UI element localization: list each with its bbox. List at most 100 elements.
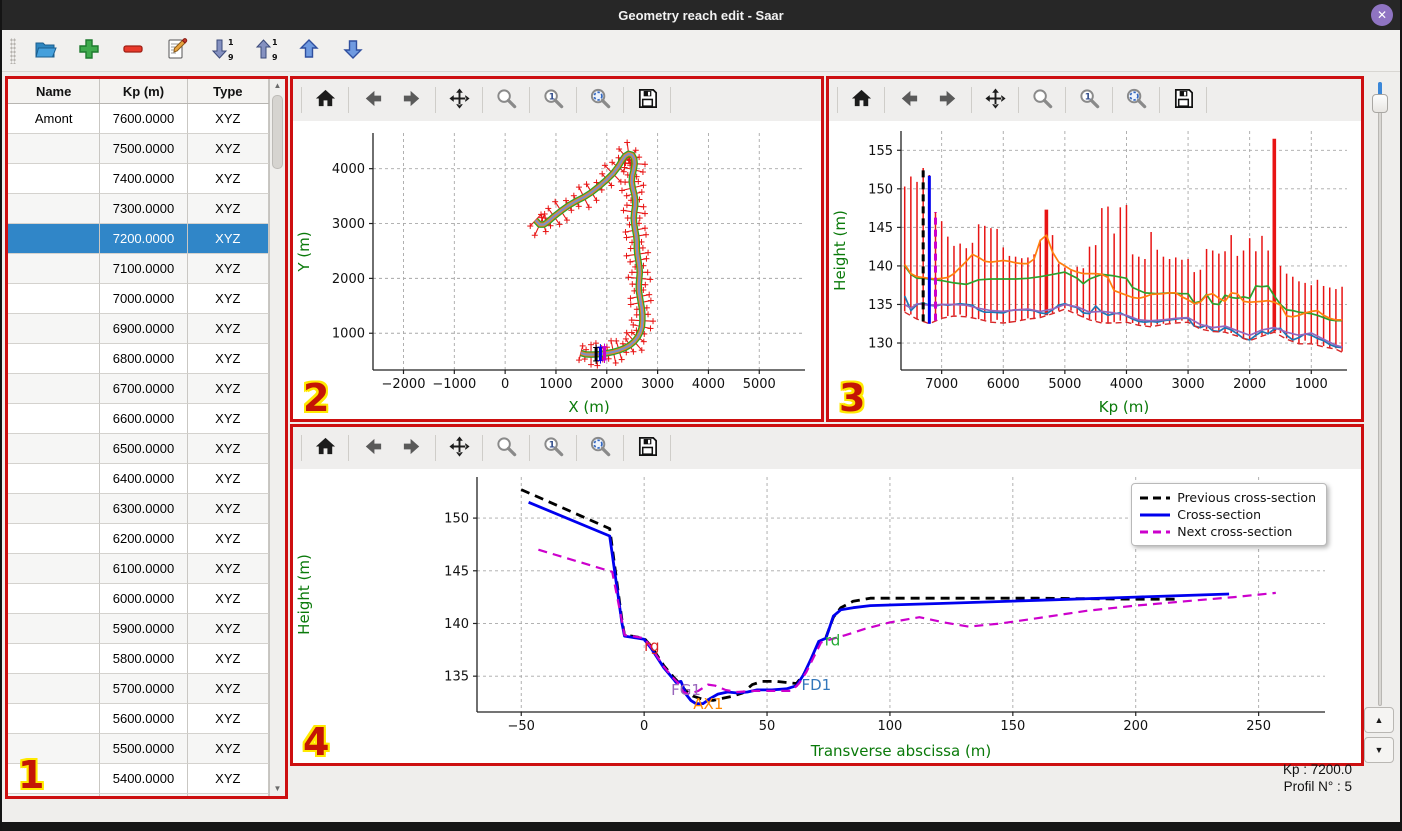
svg-text:5000: 5000 [743, 377, 776, 392]
table-row[interactable]: 6100.0000 XYZ [8, 554, 269, 584]
profile-up-button[interactable]: ▲ [1364, 707, 1394, 733]
close-icon: ✕ [1376, 8, 1388, 22]
forward-button[interactable] [395, 433, 429, 463]
plan-view-plot[interactable]: −2000 −1000 0 1000 2000 3000 4000 5000 1000 2000 3… [293, 121, 821, 422]
toolbar-separator [1112, 87, 1113, 113]
zoom-fit-button[interactable] [583, 85, 617, 115]
zoom-button[interactable] [489, 433, 523, 463]
zoom-button[interactable] [1025, 85, 1059, 115]
zoom-icon [1031, 87, 1054, 113]
panel-label-4: 4 [303, 720, 330, 764]
table-row[interactable]: 5500.0000 XYZ [8, 734, 269, 764]
zoom-original-button[interactable]: 1 [536, 433, 570, 463]
home-button[interactable] [844, 85, 878, 115]
forward-button[interactable] [395, 85, 429, 115]
back-button[interactable] [891, 85, 925, 115]
table-row[interactable]: 7100.0000 XYZ [8, 254, 269, 284]
cell-type: XYZ [187, 374, 269, 404]
svg-text:1000: 1000 [539, 377, 572, 392]
svg-text:100: 100 [878, 719, 903, 734]
table-row[interactable]: Amont 7600.0000 XYZ [8, 104, 269, 134]
table-row[interactable]: 5400.0000 XYZ [8, 764, 269, 794]
table-row[interactable]: 5900.0000 XYZ [8, 614, 269, 644]
zoom-icon [495, 435, 518, 461]
toolbar-separator [1159, 87, 1160, 113]
slider-track[interactable] [1378, 82, 1382, 706]
zoom-button[interactable] [489, 85, 523, 115]
home-icon [850, 87, 873, 113]
table-row[interactable]: 6600.0000 XYZ [8, 404, 269, 434]
zoom-original-button[interactable]: 1 [536, 85, 570, 115]
table-row[interactable]: 7400.0000 XYZ [8, 164, 269, 194]
cell-type: XYZ [187, 314, 269, 344]
slider-handle[interactable] [1372, 94, 1388, 113]
move-section-up-button[interactable] [292, 35, 326, 67]
back-button[interactable] [355, 433, 389, 463]
save-button[interactable] [630, 433, 664, 463]
back-button[interactable] [355, 85, 389, 115]
column-header-name[interactable]: Name [8, 79, 101, 103]
table-row[interactable]: 6000.0000 XYZ [8, 584, 269, 614]
save-button[interactable] [630, 85, 664, 115]
table-scrollbar[interactable]: ▲ ▼ [269, 79, 285, 796]
table-row[interactable]: 7000.0000 XYZ [8, 284, 269, 314]
svg-text:4000: 4000 [1110, 377, 1143, 392]
svg-text:9: 9 [228, 53, 233, 61]
table-row[interactable]: 5700.0000 XYZ [8, 674, 269, 704]
add-section-button[interactable] [72, 35, 106, 67]
save-button[interactable] [1166, 85, 1200, 115]
annotation-fd1: FD1 [801, 676, 831, 694]
panel-longitudinal-profile: 1 7000 6000 5000 4000 3000 2000 1000 130 135 140 1… [826, 76, 1364, 422]
zoom-original-icon: 1 [1078, 87, 1101, 113]
edit-section-button[interactable] [160, 35, 194, 67]
table-row[interactable]: 6400.0000 XYZ [8, 464, 269, 494]
column-header-kp-m[interactable]: Kp (m) [100, 79, 188, 103]
home-button[interactable] [308, 85, 342, 115]
pan-button[interactable] [442, 85, 476, 115]
cell-type: XYZ [187, 494, 269, 524]
close-button[interactable]: ✕ [1371, 4, 1393, 26]
svg-text:140: 140 [444, 617, 469, 632]
svg-text:0: 0 [640, 719, 648, 734]
zoom-original-button[interactable]: 1 [1072, 85, 1106, 115]
table-row[interactable]: 7300.0000 XYZ [8, 194, 269, 224]
sort-ascending-button[interactable]: 19 [248, 35, 282, 67]
cell-type: XYZ [187, 764, 269, 794]
open-folder-button[interactable] [28, 35, 62, 67]
sort-descending-button[interactable]: 19 [204, 35, 238, 67]
scroll-down-icon[interactable]: ▼ [270, 782, 285, 796]
svg-text:−50: −50 [508, 719, 535, 734]
zoom-fit-button[interactable] [1119, 85, 1153, 115]
column-header-type[interactable]: Type [188, 79, 269, 103]
pan-button[interactable] [442, 433, 476, 463]
move-section-down-button[interactable] [336, 35, 370, 67]
scrollbar-thumb[interactable] [272, 95, 283, 169]
table-row[interactable]: 6700.0000 XYZ [8, 374, 269, 404]
table-row[interactable]: 6500.0000 XYZ [8, 434, 269, 464]
remove-section-button[interactable] [116, 35, 150, 67]
toolbar-separator [1018, 87, 1019, 113]
table-row[interactable]: 5800.0000 XYZ [8, 644, 269, 674]
zoom-fit-icon [1125, 87, 1148, 113]
profile-down-button[interactable]: ▼ [1364, 737, 1394, 763]
forward-button[interactable] [931, 85, 965, 115]
home-button[interactable] [308, 433, 342, 463]
table-row[interactable] [8, 794, 269, 796]
table-row[interactable]: 7200.0000 XYZ [8, 224, 269, 254]
table-row[interactable]: 6800.0000 XYZ [8, 344, 269, 374]
toolbar-separator [971, 87, 972, 113]
toolbar-separator [348, 87, 349, 113]
table-row[interactable]: 6900.0000 XYZ [8, 314, 269, 344]
scroll-up-icon[interactable]: ▲ [270, 79, 285, 93]
cell-type: XYZ [187, 734, 269, 764]
table-row[interactable]: 6300.0000 XYZ [8, 494, 269, 524]
table-row[interactable]: 6200.0000 XYZ [8, 524, 269, 554]
profile-slider[interactable] [1370, 82, 1390, 706]
toolbar-grip-handle[interactable] [10, 37, 16, 64]
pan-button[interactable] [978, 85, 1012, 115]
table-row[interactable]: 7500.0000 XYZ [8, 134, 269, 164]
table-row[interactable]: 5600.0000 XYZ [8, 704, 269, 734]
zoom-fit-button[interactable] [583, 433, 617, 463]
longitudinal-plot[interactable]: 7000 6000 5000 4000 3000 2000 1000 130 135 140 145… [829, 121, 1361, 422]
toolbar-separator [623, 435, 624, 461]
